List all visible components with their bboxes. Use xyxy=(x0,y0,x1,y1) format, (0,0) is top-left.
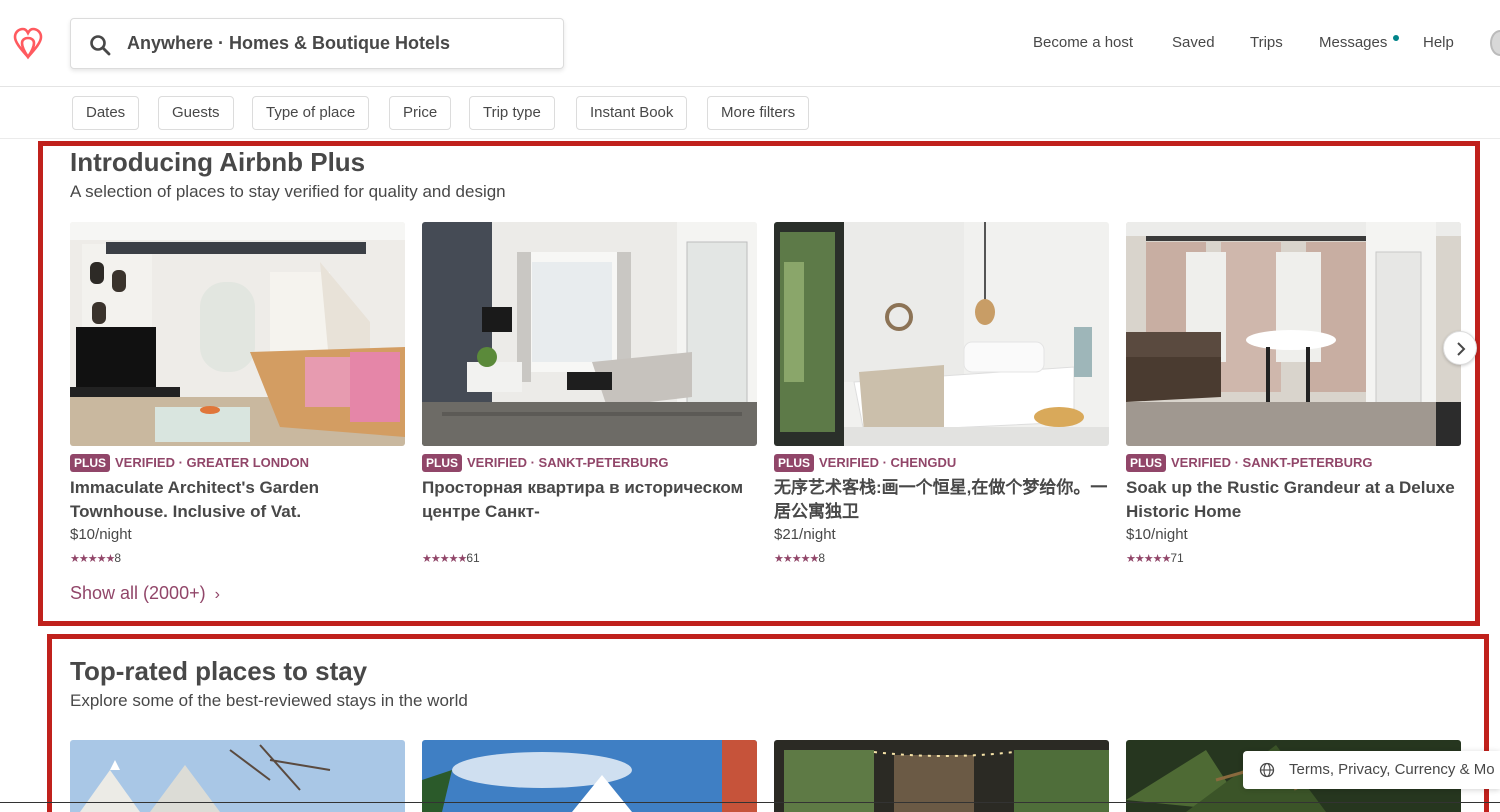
listing-location: VERIFIED · CHENGDU xyxy=(819,455,957,470)
filter-dates[interactable]: Dates xyxy=(72,96,140,130)
filter-guests[interactable]: Guests xyxy=(158,96,234,130)
listing-rating: ★★★★★61 xyxy=(422,551,480,565)
filter-bar: Dates Guests Type of place Price Trip ty… xyxy=(0,87,1500,139)
airbnb-logo-icon[interactable] xyxy=(10,24,46,62)
listing-card[interactable]: PLUS VERIFIED · SANKT-PETERBURG Soak up t… xyxy=(1126,222,1461,567)
listing-rating: ★★★★★71 xyxy=(1126,551,1184,565)
filter-instant-book[interactable]: Instant Book xyxy=(576,96,688,130)
plus-badge: PLUS xyxy=(422,454,463,472)
listing-price: $10/night xyxy=(70,526,132,543)
section-title-top-rated: Top-rated places to stay xyxy=(70,656,368,686)
nav-help[interactable]: Help xyxy=(1423,34,1454,51)
listing-photo[interactable] xyxy=(1126,222,1461,446)
listing-meta: PLUS VERIFIED · SANKT-PETERBURG xyxy=(1126,454,1373,472)
listing-rating: ★★★★★8 xyxy=(774,551,825,565)
filter-price[interactable]: Price xyxy=(389,96,452,130)
divider xyxy=(0,802,1500,803)
listing-title[interactable]: Просторная квартира в историческом центр… xyxy=(422,476,757,524)
review-count: 8 xyxy=(818,551,825,565)
listing-card[interactable]: PLUS VERIFIED · CHENGDU 无序艺术客栈:画一个恒星,在做个梦… xyxy=(774,222,1109,567)
review-count: 61 xyxy=(466,551,480,565)
search-bar[interactable]: Anywhere · Homes & Boutique Hotels xyxy=(70,18,564,69)
plus-badge: PLUS xyxy=(1126,454,1167,472)
listing-price: $10/night xyxy=(1126,526,1188,543)
listing-card[interactable]: PLUS VERIFIED · SANKT-PETERBURG Просторна… xyxy=(422,222,757,567)
nav-trips[interactable]: Trips xyxy=(1250,34,1283,51)
listing-title[interactable]: Soak up the Rustic Grandeur at a Deluxe … xyxy=(1126,476,1461,524)
unread-message-dot xyxy=(1393,35,1399,41)
listing-title[interactable]: Immaculate Architect's Garden Townhouse.… xyxy=(70,476,405,524)
listing-card[interactable]: PLUS VERIFIED · GREATER LONDON Immaculate… xyxy=(70,222,405,567)
globe-icon xyxy=(1259,762,1275,778)
user-avatar[interactable] xyxy=(1490,30,1500,56)
chevron-right-icon: › xyxy=(214,586,220,603)
chevron-right-icon xyxy=(1457,342,1466,356)
listing-photo[interactable] xyxy=(70,222,405,446)
listing-location: VERIFIED · GREATER LONDON xyxy=(115,455,310,470)
nav-become-host[interactable]: Become a host xyxy=(1033,34,1133,51)
show-all-link[interactable]: Show all (2000+) › xyxy=(70,583,220,604)
footer-links-button[interactable]: Terms, Privacy, Currency & Mo xyxy=(1243,751,1500,789)
filter-type-of-place[interactable]: Type of place xyxy=(252,96,370,130)
section-subtitle-top-rated: Explore some of the best-reviewed stays … xyxy=(70,691,468,710)
show-all-label: Show all (2000+) xyxy=(70,583,206,603)
review-count: 71 xyxy=(1170,551,1184,565)
listing-rating: ★★★★★8 xyxy=(70,551,121,565)
plus-badge: PLUS xyxy=(774,454,815,472)
section-title-plus: Introducing Airbnb Plus xyxy=(70,147,366,177)
star-rating-icon: ★★★★★ xyxy=(1126,553,1171,565)
listing-title[interactable]: 无序艺术客栈:画一个恒星,在做个梦给你。一居公寓独卫 xyxy=(774,476,1109,524)
nav-messages[interactable]: Messages xyxy=(1319,34,1387,51)
listing-photo[interactable] xyxy=(422,222,757,446)
listing-price: $21/night xyxy=(774,526,836,543)
search-input-text[interactable]: Anywhere · Homes & Boutique Hotels xyxy=(127,33,450,54)
filter-trip-type[interactable]: Trip type xyxy=(469,96,555,130)
listing-photo[interactable] xyxy=(774,222,1109,446)
listing-location: VERIFIED · SANKT-PETERBURG xyxy=(1171,455,1373,470)
listing-meta: PLUS VERIFIED · SANKT-PETERBURG xyxy=(422,454,669,472)
filter-more-filters[interactable]: More filters xyxy=(707,96,810,130)
listing-location: VERIFIED · SANKT-PETERBURG xyxy=(467,455,669,470)
star-rating-icon: ★★★★★ xyxy=(422,553,467,565)
plus-badge: PLUS xyxy=(70,454,111,472)
review-count: 8 xyxy=(114,551,121,565)
listing-meta: PLUS VERIFIED · CHENGDU xyxy=(774,454,956,472)
carousel-next-button[interactable] xyxy=(1443,331,1477,365)
listing-meta: PLUS VERIFIED · GREATER LONDON xyxy=(70,454,309,472)
search-icon xyxy=(90,35,111,56)
top-header: Anywhere · Homes & Boutique Hotels Becom… xyxy=(0,0,1500,87)
footer-links-text: Terms, Privacy, Currency & Mo xyxy=(1289,761,1495,778)
star-rating-icon: ★★★★★ xyxy=(774,553,819,565)
section-subtitle-plus: A selection of places to stay verified f… xyxy=(70,182,506,201)
star-rating-icon: ★★★★★ xyxy=(70,553,115,565)
nav-saved[interactable]: Saved xyxy=(1172,34,1215,51)
